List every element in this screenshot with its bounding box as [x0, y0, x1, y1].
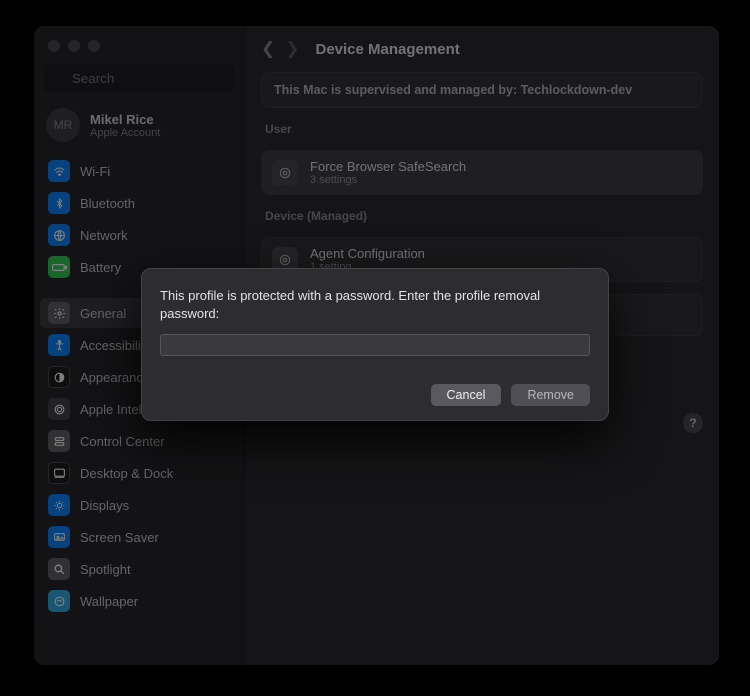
device-section-label: Device (Managed) — [261, 207, 703, 225]
sidebar-item-wifi[interactable]: Wi-Fi — [40, 156, 238, 186]
toolbar: ❮ ❯ Device Management — [245, 26, 719, 72]
password-modal: This profile is protected with a passwor… — [141, 268, 609, 421]
sidebar-item-control-center[interactable]: Control Center — [40, 426, 238, 456]
control-center-icon — [48, 430, 70, 452]
accessibility-icon — [48, 334, 70, 356]
sidebar-item-label: Battery — [80, 260, 121, 275]
sidebar-item-label: Bluetooth — [80, 196, 135, 211]
account-row[interactable]: MR Mikel Rice Apple Account — [34, 102, 244, 156]
desktop-icon — [48, 462, 70, 484]
sidebar-item-label: Wi-Fi — [80, 164, 110, 179]
supervised-banner: This Mac is supervised and managed by: T… — [261, 72, 703, 108]
cancel-button[interactable]: Cancel — [431, 384, 502, 406]
sidebar-item-wallpaper[interactable]: Wallpaper — [40, 586, 238, 616]
sidebar-item-label: Desktop & Dock — [80, 466, 173, 481]
intelligence-icon — [48, 398, 70, 420]
search-input[interactable] — [44, 64, 234, 92]
sidebar-item-label: Displays — [80, 498, 129, 513]
back-button[interactable]: ❮ — [261, 39, 275, 59]
profile-icon — [272, 160, 298, 186]
sidebar-item-screen-saver[interactable]: Screen Saver — [40, 522, 238, 552]
sidebar-item-displays[interactable]: Displays — [40, 490, 238, 520]
password-input[interactable] — [160, 334, 590, 356]
avatar: MR — [46, 108, 80, 142]
sidebar-item-bluetooth[interactable]: Bluetooth — [40, 188, 238, 218]
help-button[interactable]: ? — [683, 413, 703, 433]
modal-message: This profile is protected with a passwor… — [160, 287, 590, 322]
appearance-icon — [48, 366, 70, 388]
zoom-traffic-light[interactable] — [88, 40, 100, 52]
profile-title: Agent Configuration — [310, 246, 425, 261]
sidebar-item-label: Spotlight — [80, 562, 131, 577]
screen-saver-icon — [48, 526, 70, 548]
sidebar-item-label: Network — [80, 228, 128, 243]
minimize-traffic-light[interactable] — [68, 40, 80, 52]
battery-icon — [48, 256, 70, 278]
window-controls — [34, 34, 244, 64]
sidebar-item-label: Wallpaper — [80, 594, 138, 609]
sidebar-item-label: Screen Saver — [80, 530, 159, 545]
profile-row[interactable]: Force Browser SafeSearch 3 settings — [262, 151, 702, 194]
sidebar-item-label: Appearance — [80, 370, 150, 385]
spotlight-icon — [48, 558, 70, 580]
forward-button[interactable]: ❯ — [285, 39, 299, 59]
account-name: Mikel Rice — [90, 112, 160, 127]
sidebar-item-network[interactable]: Network — [40, 220, 238, 250]
wifi-icon — [48, 160, 70, 182]
remove-button[interactable]: Remove — [511, 384, 590, 406]
user-section-label: User — [261, 120, 703, 138]
gear-icon — [48, 302, 70, 324]
displays-icon — [48, 494, 70, 516]
page-title: Device Management — [316, 41, 460, 58]
account-sub: Apple Account — [90, 127, 160, 139]
sidebar-item-spotlight[interactable]: Spotlight — [40, 554, 238, 584]
globe-icon — [48, 224, 70, 246]
sidebar-item-desktop-dock[interactable]: Desktop & Dock — [40, 458, 238, 488]
close-traffic-light[interactable] — [48, 40, 60, 52]
wallpaper-icon — [48, 590, 70, 612]
profile-title: Force Browser SafeSearch — [310, 159, 466, 174]
sidebar-item-label: Control Center — [80, 434, 165, 449]
sidebar-item-label: General — [80, 306, 126, 321]
profile-sub: 3 settings — [310, 174, 466, 186]
user-profiles-group: Force Browser SafeSearch 3 settings — [261, 150, 703, 195]
bluetooth-icon — [48, 192, 70, 214]
